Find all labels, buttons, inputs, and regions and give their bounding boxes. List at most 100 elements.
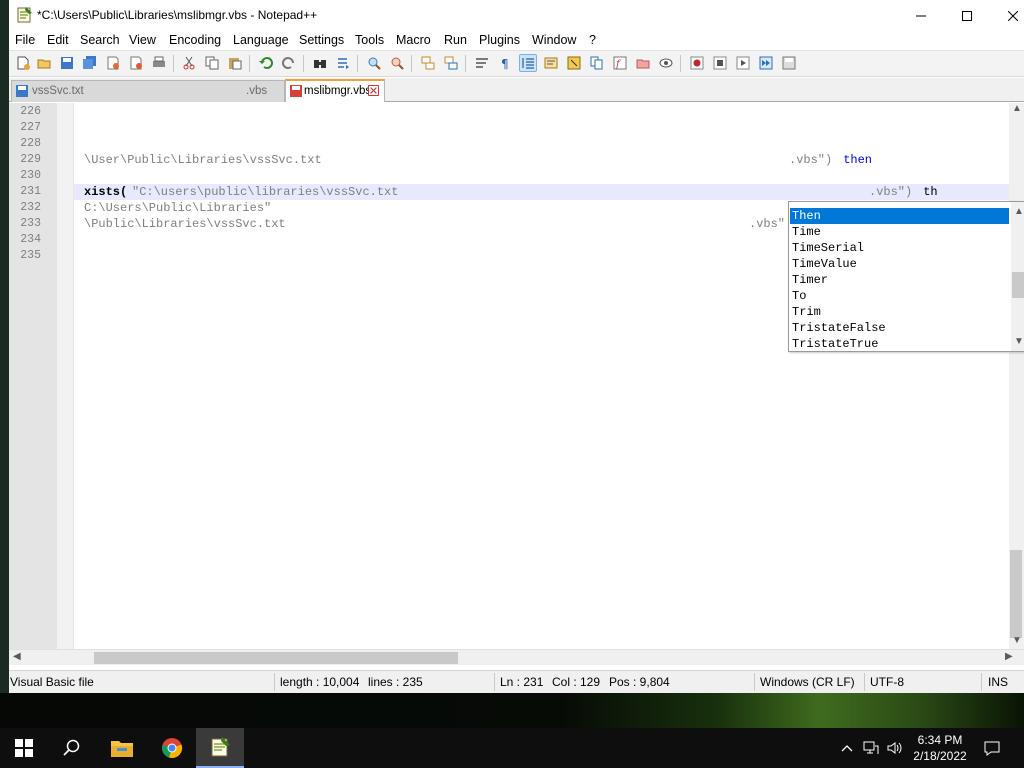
autocomplete-item[interactable]: TimeSerial xyxy=(790,240,1009,256)
code-line[interactable] xyxy=(74,136,1014,152)
scroll-up-icon[interactable]: ▲ xyxy=(1012,103,1022,114)
menu-tools[interactable]: Tools xyxy=(355,33,384,47)
minimize-button[interactable] xyxy=(898,0,944,31)
close-file-icon[interactable] xyxy=(104,54,122,72)
volume-control[interactable] xyxy=(884,728,906,768)
taskbar: 6:34 PM 2/18/2022 xyxy=(0,728,1024,768)
copy-icon[interactable] xyxy=(203,54,221,72)
cut-icon[interactable] xyxy=(180,54,198,72)
doc-map-icon[interactable] xyxy=(565,54,583,72)
menu-run[interactable]: Run xyxy=(444,33,467,47)
autocomplete-scrollbar[interactable]: ▲ ▼ xyxy=(1011,202,1024,351)
taskbar-file-explorer[interactable] xyxy=(98,728,146,768)
autocomplete-item[interactable]: TristateTrue xyxy=(790,336,1009,352)
find-icon[interactable] xyxy=(311,54,329,72)
taskbar-notepadpp[interactable] xyxy=(196,728,244,768)
undo-icon[interactable] xyxy=(257,54,275,72)
system-clock[interactable]: 6:34 PM 2/18/2022 xyxy=(908,732,972,764)
record-macro-icon[interactable] xyxy=(688,54,706,72)
show-hidden-icons[interactable] xyxy=(838,728,856,768)
udl-icon[interactable] xyxy=(542,54,560,72)
zoom-out-icon[interactable] xyxy=(388,54,406,72)
word-wrap-icon[interactable] xyxy=(473,54,491,72)
notifications-button[interactable] xyxy=(980,728,1004,768)
paste-icon[interactable] xyxy=(226,54,244,72)
maximize-button[interactable] xyxy=(944,0,990,31)
zoom-in-icon[interactable] xyxy=(365,54,383,72)
status-language: Visual Basic file xyxy=(10,675,94,689)
autocomplete-item[interactable]: Time xyxy=(790,224,1009,240)
scroll-up-icon[interactable]: ▲ xyxy=(1014,206,1024,217)
code-editor[interactable]: 226 227 228 229 \User\Public\Libraries\vssSv… xyxy=(9,103,1024,649)
autocomplete-item[interactable]: Trim xyxy=(790,304,1009,320)
line-number: 233 xyxy=(20,217,41,230)
code-line[interactable]: \User\Public\Libraries\vssSvc.txt .vbs") … xyxy=(74,152,1014,168)
menu-macro[interactable]: Macro xyxy=(396,33,431,47)
menu-search[interactable]: Search xyxy=(80,33,120,47)
tab-mslibmgr[interactable]: mslibmgr.vbs xyxy=(285,79,385,102)
sync-vertical-icon[interactable] xyxy=(419,54,437,72)
toolbar-separator xyxy=(357,55,358,72)
menu-settings[interactable]: Settings xyxy=(299,33,344,47)
start-button[interactable] xyxy=(0,728,48,768)
function-list-icon[interactable]: f xyxy=(611,54,629,72)
current-code-line[interactable]: xists("C:\users\public\libraries\vssSvc.… xyxy=(74,184,1014,200)
code-line[interactable] xyxy=(74,104,1014,120)
autocomplete-item[interactable]: TristateFalse xyxy=(790,320,1009,336)
autocomplete-item[interactable]: Timer xyxy=(790,272,1009,288)
scroll-down-icon[interactable]: ▼ xyxy=(1014,336,1024,347)
scroll-down-icon[interactable]: ▼ xyxy=(1012,635,1022,646)
redo-icon[interactable] xyxy=(280,54,298,72)
run-macro-multiple-icon[interactable] xyxy=(757,54,775,72)
save-macro-icon[interactable] xyxy=(780,54,798,72)
scroll-left-icon[interactable]: ◀ xyxy=(13,651,21,662)
vertical-scrollbar[interactable]: ▲ ▼ xyxy=(1009,103,1024,649)
close-button[interactable] xyxy=(990,0,1024,31)
close-tab-icon[interactable] xyxy=(368,85,379,96)
menu-plugins[interactable]: Plugins xyxy=(479,33,520,47)
open-file-icon[interactable] xyxy=(35,54,53,72)
close-all-icon[interactable] xyxy=(127,54,145,72)
autocomplete-list[interactable]: Then Time TimeSerial TimeValue Timer To Trim Tr… xyxy=(788,201,1024,352)
vertical-scroll-thumb[interactable] xyxy=(1010,550,1022,638)
menu-view[interactable]: View xyxy=(129,33,156,47)
autocomplete-item[interactable]: To xyxy=(790,288,1009,304)
new-file-icon[interactable] xyxy=(14,54,32,72)
play-macro-icon[interactable] xyxy=(734,54,752,72)
code-line[interactable] xyxy=(74,120,1014,136)
autocomplete-item[interactable]: Then xyxy=(790,208,1009,224)
menu-help[interactable]: ? xyxy=(589,33,596,47)
menu-window[interactable]: Window xyxy=(532,33,576,47)
save-all-icon[interactable] xyxy=(81,54,99,72)
tab-vsssvc[interactable]: vssSvc.txt .vbs xyxy=(11,80,285,102)
status-eol[interactable]: Windows (CR LF) xyxy=(760,675,855,689)
notification-icon xyxy=(984,741,1000,756)
stop-macro-icon[interactable] xyxy=(711,54,729,72)
horizontal-scroll-thumb[interactable] xyxy=(94,652,458,664)
print-icon[interactable] xyxy=(150,54,168,72)
scroll-right-icon[interactable]: ▶ xyxy=(1005,651,1013,662)
menu-encoding[interactable]: Encoding xyxy=(169,33,221,47)
monitoring-icon[interactable] xyxy=(657,54,675,72)
menu-file[interactable]: File xyxy=(15,33,35,47)
autocomplete-scroll-thumb[interactable] xyxy=(1012,272,1024,298)
network-status[interactable] xyxy=(860,728,882,768)
horizontal-scrollbar[interactable]: ◀ ▶ xyxy=(9,649,1024,665)
autocomplete-item[interactable]: TimeValue xyxy=(790,256,1009,272)
indent-guide-icon[interactable] xyxy=(519,54,537,72)
status-encoding[interactable]: UTF-8 xyxy=(870,675,904,689)
folder-workspace-icon[interactable] xyxy=(634,54,652,72)
menu-language[interactable]: Language xyxy=(233,33,289,47)
replace-icon[interactable] xyxy=(334,54,352,72)
taskbar-chrome[interactable] xyxy=(148,728,196,768)
status-insert-mode[interactable]: INS xyxy=(988,675,1008,689)
fold-margin[interactable] xyxy=(57,103,73,649)
menu-edit[interactable]: Edit xyxy=(47,33,69,47)
desktop-background xyxy=(0,0,9,693)
search-button[interactable] xyxy=(48,728,96,768)
save-icon[interactable] xyxy=(58,54,76,72)
code-line[interactable] xyxy=(74,168,1014,184)
show-all-chars-icon[interactable]: ¶ xyxy=(496,54,514,72)
sync-horizontal-icon[interactable] xyxy=(442,54,460,72)
document-list-icon[interactable] xyxy=(588,54,606,72)
